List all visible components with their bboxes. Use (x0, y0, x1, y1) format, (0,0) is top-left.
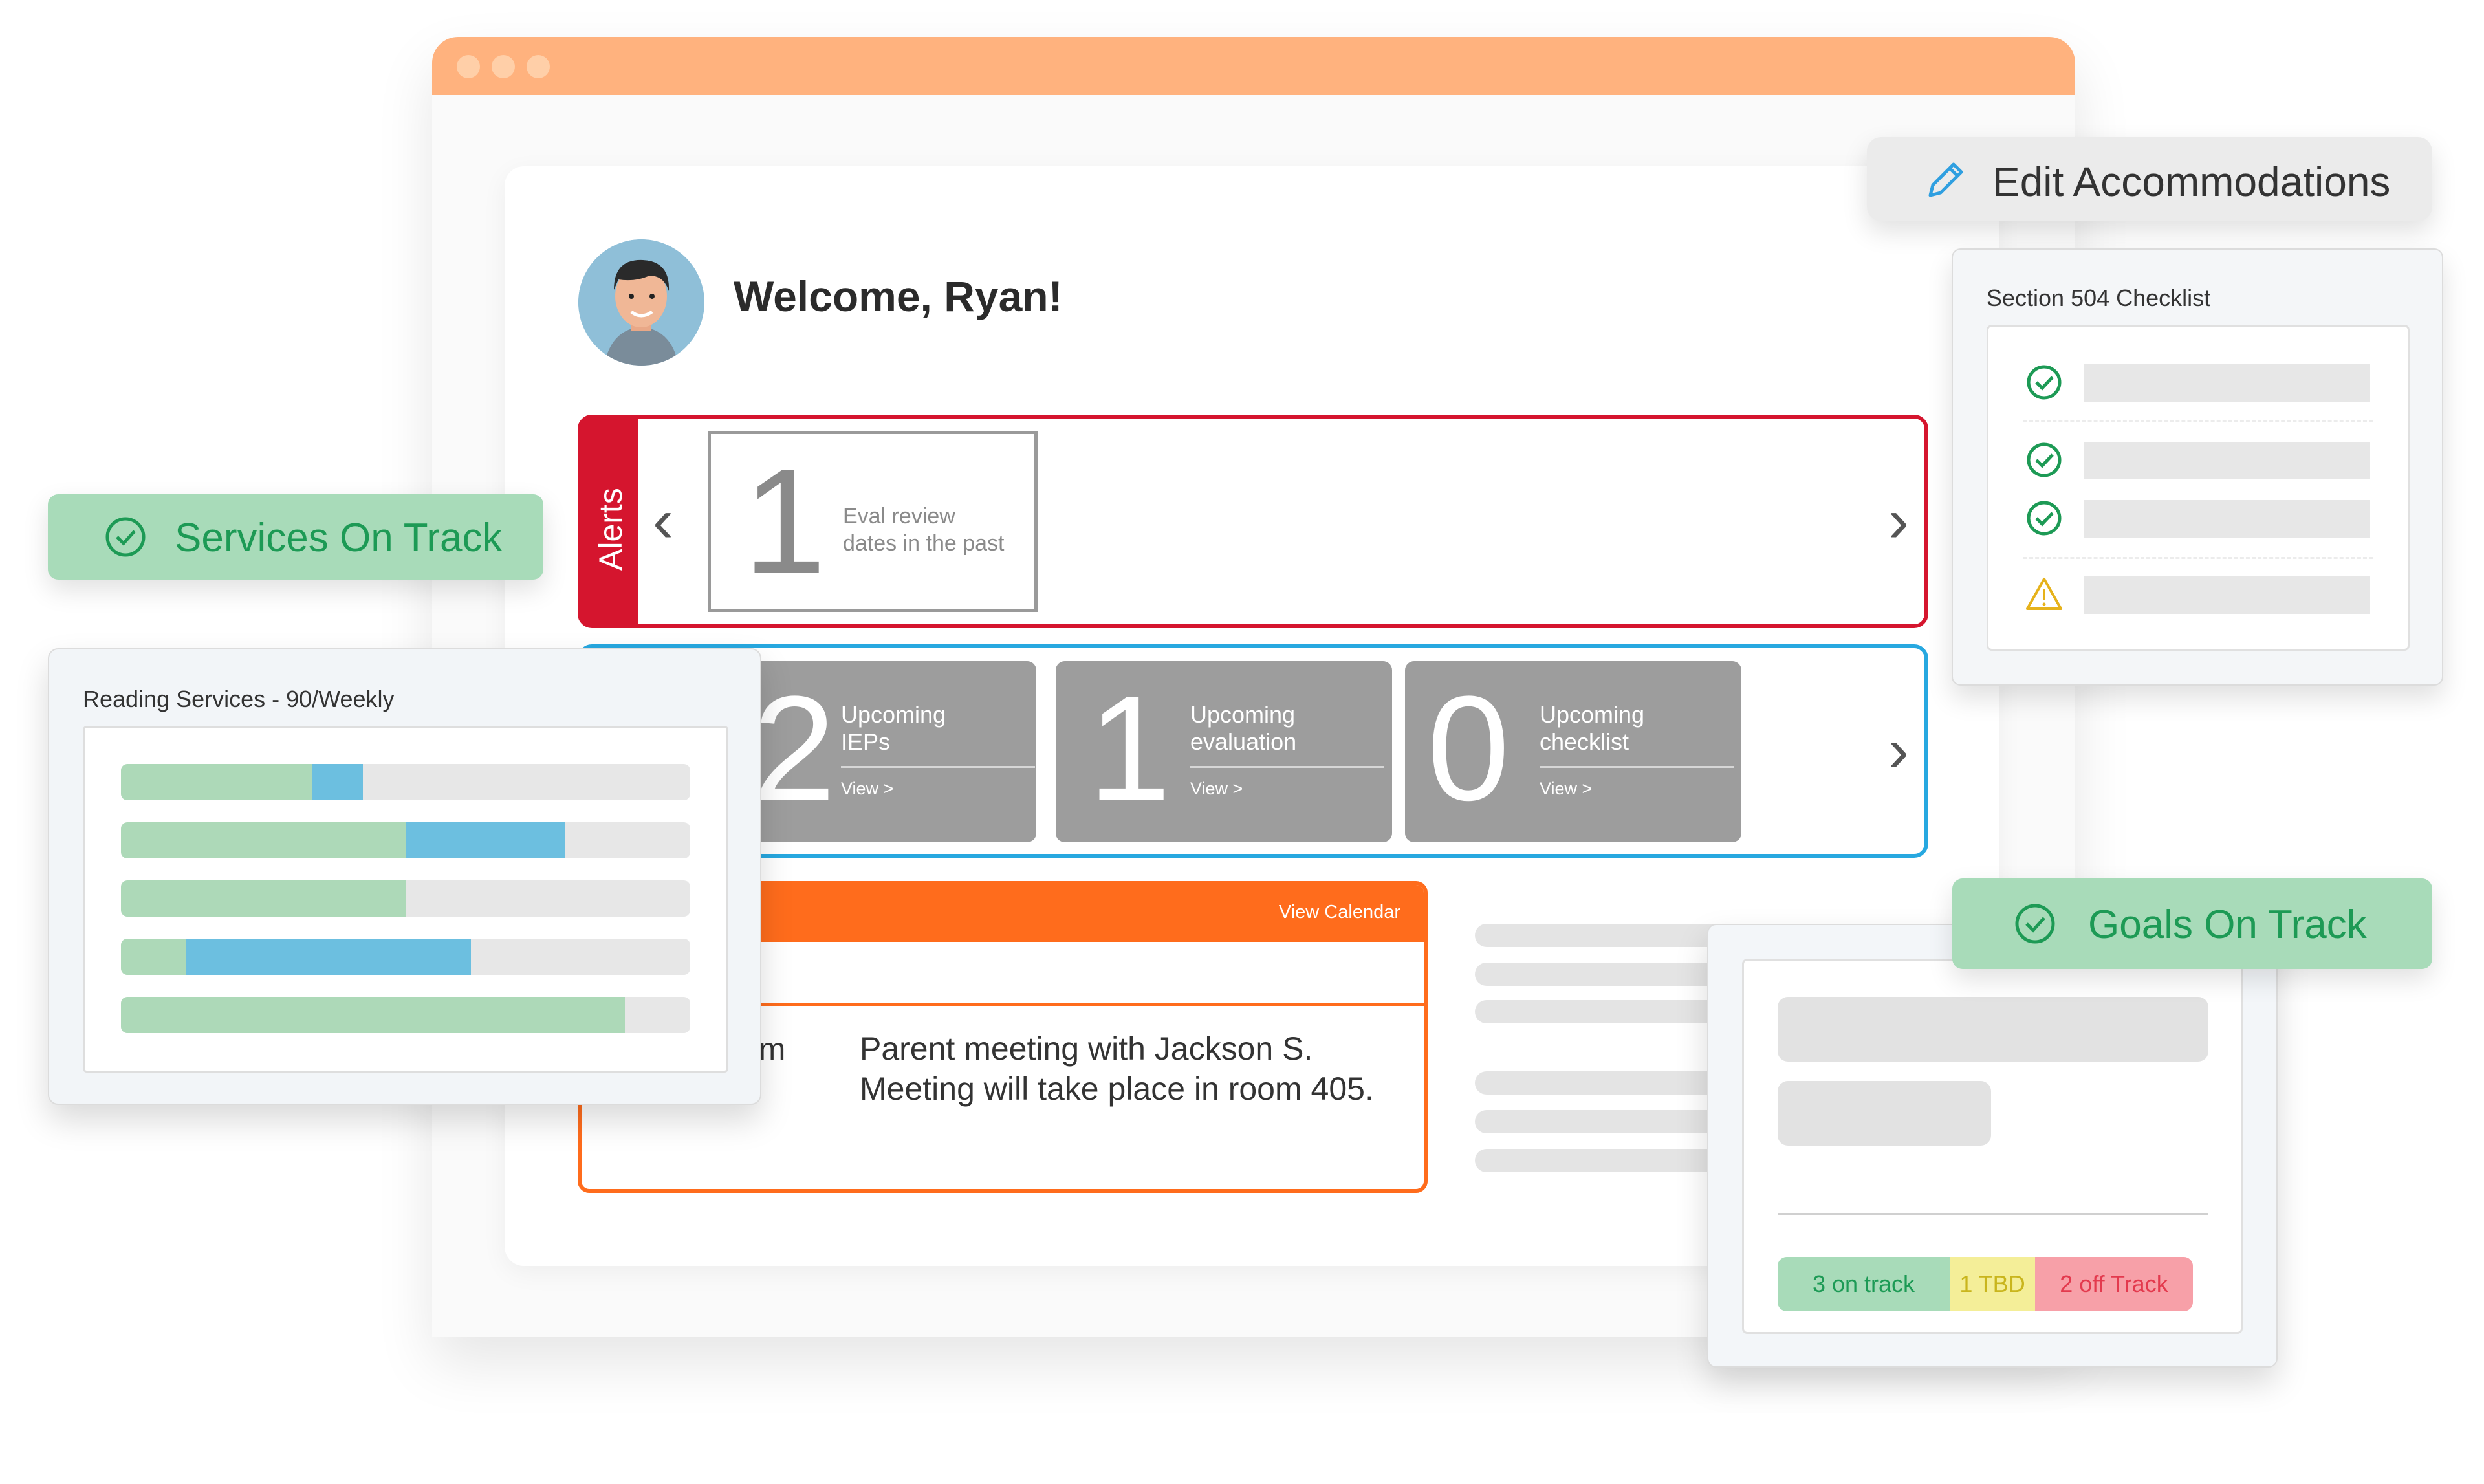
placeholder-line (1475, 1149, 1721, 1172)
view-link[interactable]: View > (1190, 779, 1243, 799)
window-dot[interactable] (527, 55, 550, 78)
event-line2: Meeting will take place in room 405. (860, 1071, 1374, 1107)
progress-completed-segment (121, 764, 312, 800)
edit-accommodations-label: Edit Accommodations (1992, 158, 2391, 205)
checklist-item[interactable] (2084, 500, 2370, 538)
status-on-track[interactable]: 3 on track (1778, 1257, 1950, 1311)
upcoming-count: 1 (1088, 665, 1171, 831)
window-dot[interactable] (492, 55, 515, 78)
reading-progress-bar (121, 939, 690, 975)
checklist-title: Section 504 Checklist (1987, 285, 2211, 311)
upcoming-title-line2: IEPs (841, 728, 891, 755)
card-divider (1540, 766, 1734, 768)
goal-placeholder (1778, 1081, 1991, 1146)
welcome-heading: Welcome, Ryan! (734, 272, 1063, 320)
upcoming-title-line1: Upcoming (1190, 701, 1296, 728)
status-tbd[interactable]: 1 TBD (1950, 1257, 2035, 1311)
alerts-label: Alerts (593, 488, 629, 571)
goal-placeholder (1778, 997, 2208, 1062)
progress-current-segment (186, 939, 471, 975)
view-calendar-link[interactable]: View Calendar (1279, 902, 1400, 923)
upcoming-title-line1: Upcoming (1540, 701, 1645, 728)
services-on-track-badge: Services On Track (48, 494, 543, 580)
alert-text-line1: Eval review (843, 504, 955, 529)
reading-progress-bar (121, 880, 690, 917)
warning-triangle-icon (2025, 575, 2064, 617)
checklist-divider (2023, 420, 2373, 422)
card-divider (1190, 766, 1384, 768)
user-avatar[interactable] (578, 239, 704, 366)
alert-count: 1 (743, 438, 826, 604)
checklist-body (1987, 325, 2410, 651)
services-badge-label: Services On Track (175, 516, 503, 560)
check-circle-icon (2025, 363, 2064, 405)
upcoming-title-line2: checklist (1540, 728, 1629, 755)
reading-services-bars (83, 726, 728, 1073)
event-line1: Parent meeting with Jackson S. (860, 1031, 1313, 1067)
reading-progress-bar (121, 764, 690, 800)
chevron-left-icon[interactable]: ‹ (653, 490, 673, 552)
upcoming-count: 2 (753, 665, 836, 831)
goals-badge-label: Goals On Track (2088, 902, 2367, 947)
reading-progress-bar (121, 997, 690, 1033)
alerts-tab: Alerts (582, 419, 638, 624)
card-divider (841, 766, 1035, 768)
section504-checklist: Section 504 Checklist (1952, 248, 2443, 686)
progress-completed-segment (121, 939, 186, 975)
upcoming-checklist-card[interactable]: 0 Upcoming checklist View > (1405, 661, 1741, 842)
check-circle-icon (2025, 441, 2064, 483)
progress-completed-segment (121, 997, 625, 1033)
upcoming-count: 0 (1427, 665, 1510, 831)
status-off-track[interactable]: 2 off Track (2035, 1257, 2193, 1311)
placeholder-line (1475, 1110, 1721, 1133)
edit-accommodations-button[interactable]: Edit Accommodations (1867, 137, 2432, 221)
view-link[interactable]: View > (841, 779, 893, 799)
reading-services-card: Reading Services - 90/Weekly (48, 648, 761, 1105)
progress-completed-segment (121, 822, 406, 858)
placeholder-line (1475, 924, 1721, 947)
placeholder-line (1475, 1071, 1721, 1095)
goals-on-track-badge: Goals On Track (1952, 878, 2432, 969)
checklist-item[interactable] (2084, 576, 2370, 614)
checklist-item[interactable] (2084, 442, 2370, 479)
browser-titlebar (432, 37, 2075, 95)
check-circle-icon (104, 515, 147, 562)
checklist-divider (2023, 557, 2373, 559)
alert-card[interactable]: 1 Eval review dates in the past (708, 431, 1038, 612)
reading-services-title: Reading Services - 90/Weekly (83, 686, 395, 712)
pencil-icon (1923, 157, 1969, 206)
check-circle-icon (2025, 499, 2064, 541)
goals-body: 3 on track 1 TBD 2 off Track (1742, 959, 2243, 1334)
goals-card: 3 on track 1 TBD 2 off Track (1707, 924, 2278, 1368)
placeholder-line (1475, 1000, 1721, 1023)
upcoming-title-line2: evaluation (1190, 728, 1297, 755)
upcoming-evaluation-card[interactable]: 1 Upcoming evaluation View > (1056, 661, 1392, 842)
progress-current-segment (312, 764, 363, 800)
placeholder-line (1475, 963, 1721, 986)
check-circle-icon (2013, 902, 2057, 949)
view-link[interactable]: View > (1540, 779, 1592, 799)
goals-divider (1778, 1213, 2208, 1215)
reading-progress-bar (121, 822, 690, 858)
checklist-item[interactable] (2084, 364, 2370, 402)
progress-current-segment (406, 822, 565, 858)
chevron-right-icon[interactable]: › (1888, 719, 1909, 781)
window-dot[interactable] (457, 55, 480, 78)
alert-text-line2: dates in the past (843, 531, 1005, 556)
progress-completed-segment (121, 880, 406, 917)
chevron-right-icon[interactable]: › (1888, 490, 1909, 552)
upcoming-title-line1: Upcoming (841, 701, 946, 728)
